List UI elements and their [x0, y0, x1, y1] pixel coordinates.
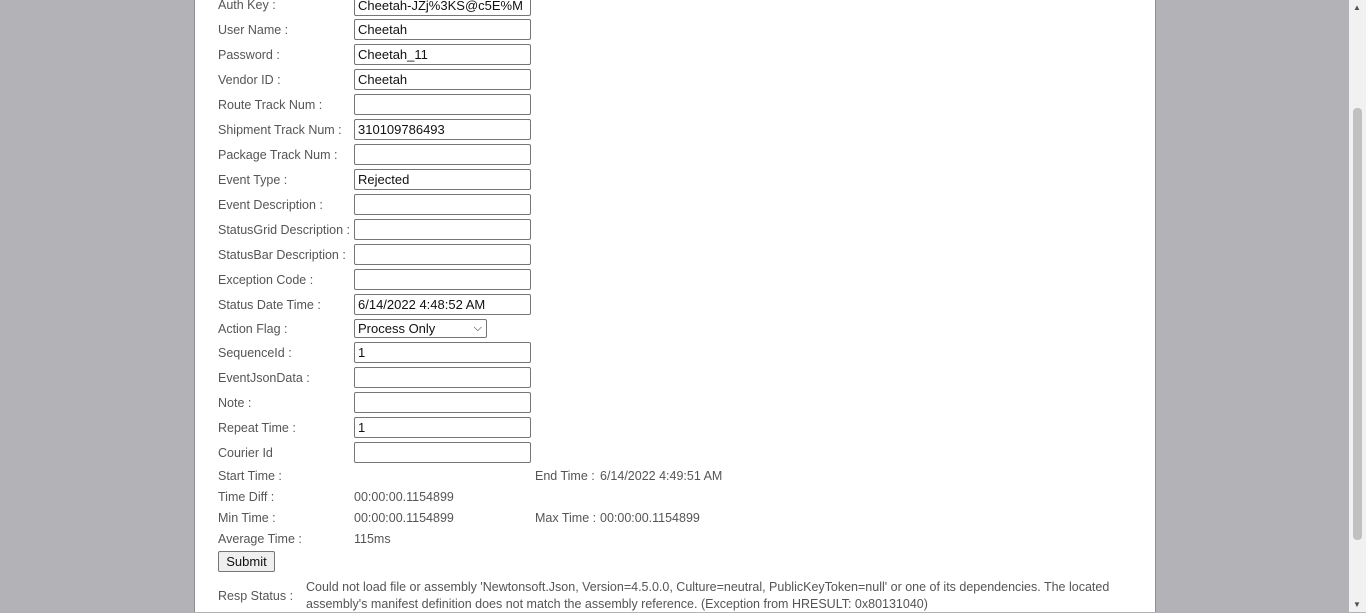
- average-time-value: 115ms: [354, 532, 391, 546]
- status-date-time-label: Status Date Time :: [218, 298, 321, 312]
- resp-status-message: Could not load file or assembly 'Newtons…: [306, 580, 1110, 611]
- courier-id-label: Courier Id: [218, 446, 273, 460]
- time-diff-value: 00:00:00.1154899: [354, 490, 454, 504]
- auth-key-input[interactable]: Cheetah-JZj%3KS@c5E%M: [354, 0, 531, 16]
- note-input[interactable]: [354, 392, 531, 413]
- statusgrid-description-input[interactable]: [354, 219, 531, 240]
- start-time-label: Start Time :: [218, 469, 282, 483]
- shipment-track-num-input[interactable]: 310109786493: [354, 119, 531, 140]
- max-time-value: 00:00:00.1154899: [600, 511, 700, 525]
- package-track-num-label: Package Track Num :: [218, 148, 338, 162]
- action-flag-label: Action Flag :: [218, 322, 288, 336]
- scroll-up-arrow-icon[interactable]: ▲: [1353, 3, 1361, 12]
- event-description-label: Event Description :: [218, 198, 323, 212]
- event-type-label: Event Type :: [218, 173, 288, 187]
- statusbar-description-input[interactable]: [354, 244, 531, 265]
- resp-status-label: Resp Status :: [218, 589, 294, 603]
- vendor-id-label: Vendor ID :: [218, 73, 281, 87]
- end-time-label: End Time :: [535, 469, 595, 483]
- sequence-id-label: SequenceId :: [218, 346, 292, 360]
- chevron-down-icon: ⌵: [473, 322, 482, 334]
- scrollbar-thumb[interactable]: [1353, 108, 1362, 540]
- event-json-data-input[interactable]: [354, 367, 531, 388]
- status-date-time-input[interactable]: 6/14/2022 4:48:52 AM: [354, 294, 531, 315]
- event-description-input[interactable]: [354, 194, 531, 215]
- package-track-num-input[interactable]: [354, 144, 531, 165]
- auth-key-label: Auth Key :: [218, 0, 276, 12]
- note-label: Note :: [218, 396, 252, 410]
- vendor-id-input[interactable]: Cheetah: [354, 69, 531, 90]
- route-track-num-label: Route Track Num :: [218, 98, 323, 112]
- user-name-input[interactable]: Cheetah: [354, 19, 531, 40]
- time-diff-label: Time Diff :: [218, 490, 275, 504]
- end-time-value: 6/14/2022 4:49:51 AM: [600, 469, 723, 483]
- user-name-label: User Name :: [218, 23, 289, 37]
- min-time-value: 00:00:00.1154899: [354, 511, 454, 525]
- shipment-track-num-label: Shipment Track Num :: [218, 123, 342, 137]
- max-time-label: Max Time :: [535, 511, 597, 525]
- exception-code-label: Exception Code :: [218, 273, 314, 287]
- submit-button[interactable]: Submit: [218, 551, 275, 572]
- repeat-time-label: Repeat Time :: [218, 421, 296, 435]
- route-track-num-input[interactable]: [354, 94, 531, 115]
- average-time-label: Average Time :: [218, 532, 302, 546]
- vertical-scrollbar[interactable]: ▲ ▼: [1349, 0, 1366, 612]
- password-input[interactable]: Cheetah_11: [354, 44, 531, 65]
- action-flag-selected: Process Only: [358, 321, 436, 336]
- courier-id-input[interactable]: [354, 442, 531, 463]
- repeat-time-input[interactable]: 1: [354, 417, 531, 438]
- sequence-id-input[interactable]: 1: [354, 342, 531, 363]
- exception-code-input[interactable]: [354, 269, 531, 290]
- statusbar-description-label: StatusBar Description :: [218, 248, 346, 262]
- statusgrid-description-label: StatusGrid Description :: [218, 223, 350, 237]
- event-type-input[interactable]: Rejected: [354, 169, 531, 190]
- event-json-data-label: EventJsonData :: [218, 371, 310, 385]
- action-flag-select[interactable]: Process Only ⌵: [354, 319, 487, 338]
- password-label: Password :: [218, 48, 280, 62]
- min-time-label: Min Time :: [218, 511, 276, 525]
- scroll-down-arrow-icon[interactable]: ▼: [1353, 600, 1361, 609]
